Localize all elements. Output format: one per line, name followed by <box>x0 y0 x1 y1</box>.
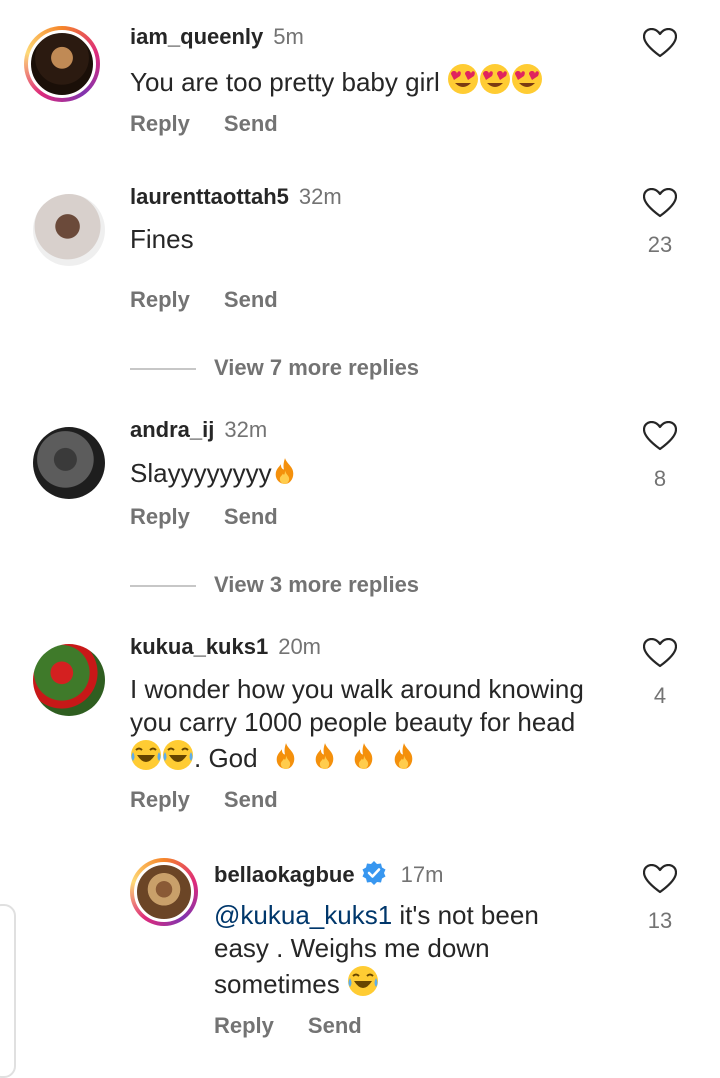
username[interactable]: andra_ij <box>130 417 214 442</box>
overlay-edge <box>0 904 16 1078</box>
username[interactable]: bellaokagbue <box>214 862 355 887</box>
comment-text: You are too pretty baby girl <box>130 63 543 99</box>
divider <box>130 368 196 371</box>
reply-button[interactable]: Reply <box>130 287 190 312</box>
avatar[interactable] <box>33 427 105 499</box>
like-heart-icon[interactable] <box>643 421 677 451</box>
avatar[interactable] <box>130 858 198 926</box>
fire-icon <box>354 743 373 769</box>
username[interactable]: laurenttaottah5 <box>130 184 289 209</box>
timestamp: 17m <box>400 862 444 887</box>
send-button[interactable]: Send <box>224 504 278 529</box>
fire-icon <box>276 743 295 769</box>
timestamp: 5m <box>273 24 304 49</box>
avatar[interactable] <box>33 194 105 266</box>
comment-body: You are too pretty baby girl <box>130 67 440 97</box>
like-count: 4 <box>653 683 667 708</box>
comment-line: sometimes <box>214 969 340 999</box>
comment-line: you carry 1000 people beauty for head <box>130 707 576 737</box>
view-more-replies-button[interactable]: View 3 more replies <box>130 572 419 598</box>
comment-body: Slayyyyyyyy <box>130 458 272 488</box>
like-heart-icon[interactable] <box>643 28 677 58</box>
fire-icon <box>394 743 412 769</box>
fire-icon <box>275 458 293 484</box>
send-button[interactable]: Send <box>224 787 278 812</box>
mention-link[interactable]: @kukua_kuks1 <box>214 900 392 930</box>
avatar[interactable] <box>33 644 105 716</box>
like-count: 13 <box>647 908 673 933</box>
comment-text: Slayyyyyyyy <box>130 456 298 490</box>
like-count: 8 <box>653 466 667 491</box>
timestamp: 20m <box>278 634 321 659</box>
verified-badge-icon <box>362 861 386 885</box>
avatar[interactable] <box>24 26 100 102</box>
comment-line: it's not been <box>392 900 539 930</box>
send-button[interactable]: Send <box>308 1013 362 1038</box>
view-more-label: View 3 more replies <box>214 572 420 597</box>
view-more-replies-button[interactable]: View 7 more replies <box>130 355 419 381</box>
fire-icon <box>315 743 334 769</box>
comment-text: Fines <box>130 224 194 254</box>
laughing-tears-icon <box>162 739 194 771</box>
username[interactable]: kukua_kuks1 <box>130 634 268 659</box>
comment-text: @kukua_kuks1 it's not been easy . Weighs… <box>214 899 634 1001</box>
timestamp: 32m <box>298 184 342 209</box>
like-heart-icon[interactable] <box>643 638 677 668</box>
divider <box>130 585 196 588</box>
reply-button[interactable]: Reply <box>130 787 190 812</box>
reply-button[interactable]: Reply <box>130 504 190 529</box>
heart-eyes-face-icon <box>480 64 511 94</box>
view-more-label: View 7 more replies <box>214 355 420 380</box>
comment-text: I wonder how you walk around knowing you… <box>130 673 630 775</box>
laughing-tears-icon <box>130 739 162 771</box>
username[interactable]: iam_queenly <box>130 24 263 49</box>
timestamp: 32m <box>224 417 268 442</box>
send-button[interactable]: Send <box>224 287 278 312</box>
reply-button[interactable]: Reply <box>130 111 190 136</box>
comment-line: easy . Weighs me down <box>214 933 490 963</box>
like-heart-icon[interactable] <box>643 188 677 218</box>
send-button[interactable]: Send <box>224 111 278 136</box>
like-heart-icon[interactable] <box>643 864 677 894</box>
comment-line: . God <box>194 743 258 773</box>
reply-button[interactable]: Reply <box>214 1013 274 1038</box>
comment-line: I wonder how you walk around knowing <box>130 674 584 704</box>
laughing-tears-icon <box>346 965 379 997</box>
heart-eyes-face-icon <box>448 64 479 94</box>
heart-eyes-face-icon <box>512 64 543 94</box>
like-count: 23 <box>647 232 673 257</box>
